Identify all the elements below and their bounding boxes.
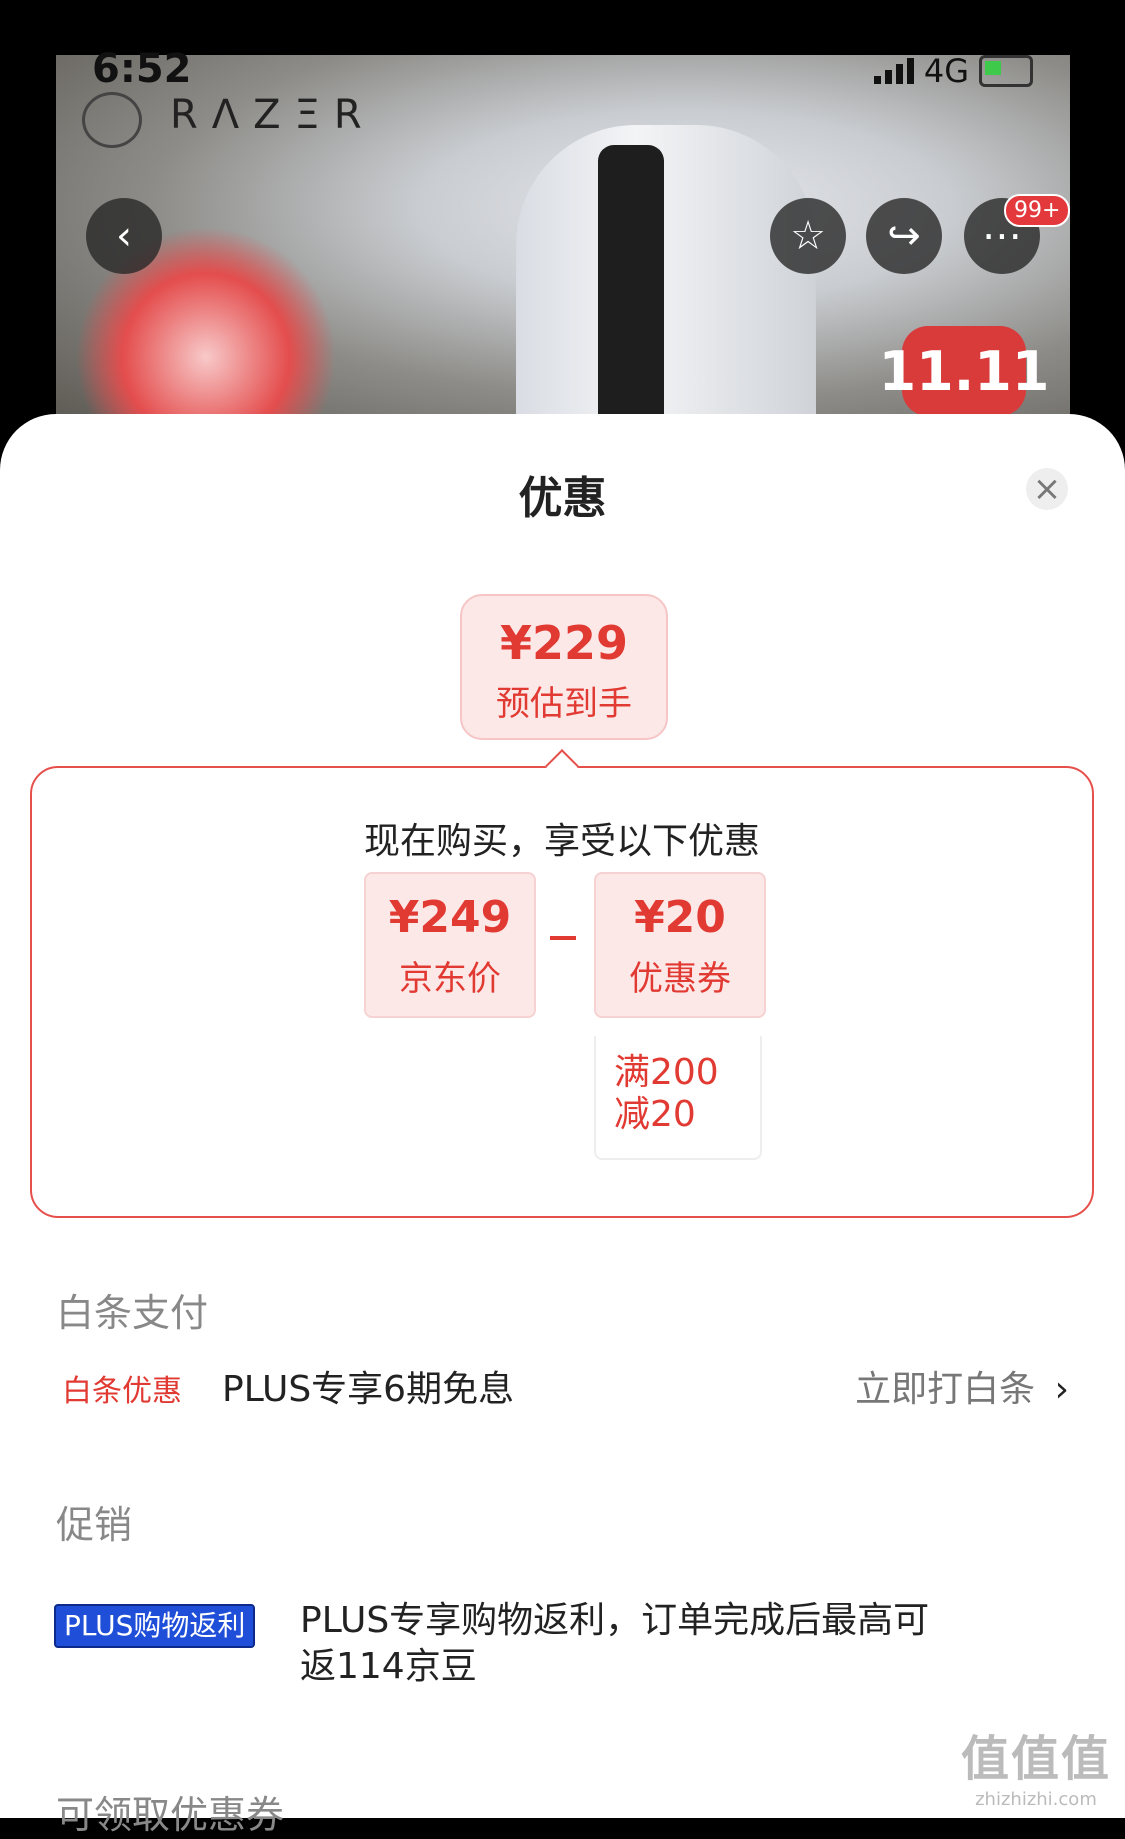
baitiao-section-title: 白条支付	[56, 1291, 209, 1335]
mouse-photo	[516, 125, 816, 435]
signal-icon	[873, 58, 914, 84]
mouse-wheel-photo	[598, 145, 664, 435]
share-button[interactable]: ↪	[866, 198, 942, 274]
estimated-price-card: ¥229 预估到手	[460, 594, 668, 740]
brand-logo: RΛZΞR	[170, 92, 376, 138]
favorite-button[interactable]: ☆	[770, 198, 846, 274]
chevron-right-icon: ›	[1054, 1369, 1069, 1410]
battery-icon	[979, 55, 1033, 87]
plus-rebate-line1: PLUS专享购物返利，订单完成后最高可	[300, 1600, 930, 1641]
coupon-label: 优惠券	[629, 959, 731, 999]
coupon-price: ¥20	[634, 892, 726, 943]
watermark-site: zhizhizhi.com	[975, 1789, 1097, 1810]
close-button[interactable]: ×	[1026, 468, 1068, 510]
coupons-section-title: 可领取优惠券	[56, 1793, 285, 1837]
promotion-section-title: 促销	[56, 1503, 133, 1547]
minus-sign	[550, 936, 576, 940]
jd-price-card: ¥249 京东价	[364, 872, 536, 1018]
baitiao-text: PLUS专享6期免息	[222, 1369, 515, 1410]
plus-rebate-tag: PLUS购物返利	[54, 1604, 256, 1648]
coupon-condition-line2: 减20	[614, 1094, 696, 1135]
razer-logo-icon	[82, 92, 142, 148]
chevron-left-icon: ‹	[116, 213, 132, 259]
double-eleven-badge: 11.11	[879, 326, 1049, 416]
baitiao-link-label: 立即打白条	[855, 1369, 1036, 1410]
plus-rebate-line2: 返114京豆	[300, 1646, 477, 1687]
baitiao-tag: 白条优惠	[62, 1374, 182, 1409]
close-icon: ×	[1032, 469, 1062, 509]
coupon-condition: 满200 减20	[594, 1036, 762, 1160]
network-label: 4G	[923, 52, 969, 90]
baitiao-link[interactable]: 立即打白条 ›	[855, 1360, 1069, 1412]
estimated-price-label: 预估到手	[496, 684, 632, 724]
status-right: 4G	[873, 52, 1033, 90]
share-icon: ↪	[887, 213, 921, 259]
star-icon: ☆	[790, 213, 826, 259]
coupon-condition-line1: 满200	[614, 1052, 719, 1093]
breakdown-heading: 现在购买，享受以下优惠	[363, 821, 760, 862]
sheet-title: 优惠	[518, 473, 607, 524]
jd-price-label: 京东价	[399, 959, 501, 999]
coupon-card: ¥20 优惠券	[594, 872, 766, 1018]
estimated-price: ¥229	[499, 616, 629, 670]
watermark: 值值值 zhizhizhi.com	[961, 1719, 1111, 1810]
discount-sheet: 优惠 × ¥229 预估到手 现在购买，享受以下优惠 ¥249 京东价 ¥20 …	[0, 414, 1125, 1837]
notification-badge: 99+	[1004, 194, 1071, 227]
watermark-brand: 值值值	[960, 1731, 1111, 1787]
plus-rebate-description: PLUS专享购物返利，订单完成后最高可 返114京豆	[300, 1598, 1060, 1690]
status-time: 6:52	[92, 46, 192, 92]
price-breakdown: 现在购买，享受以下优惠 ¥249 京东价 ¥20 优惠券 满200 减20	[30, 766, 1094, 1218]
jd-price: ¥249	[388, 892, 512, 943]
back-button[interactable]: ‹	[86, 198, 162, 274]
